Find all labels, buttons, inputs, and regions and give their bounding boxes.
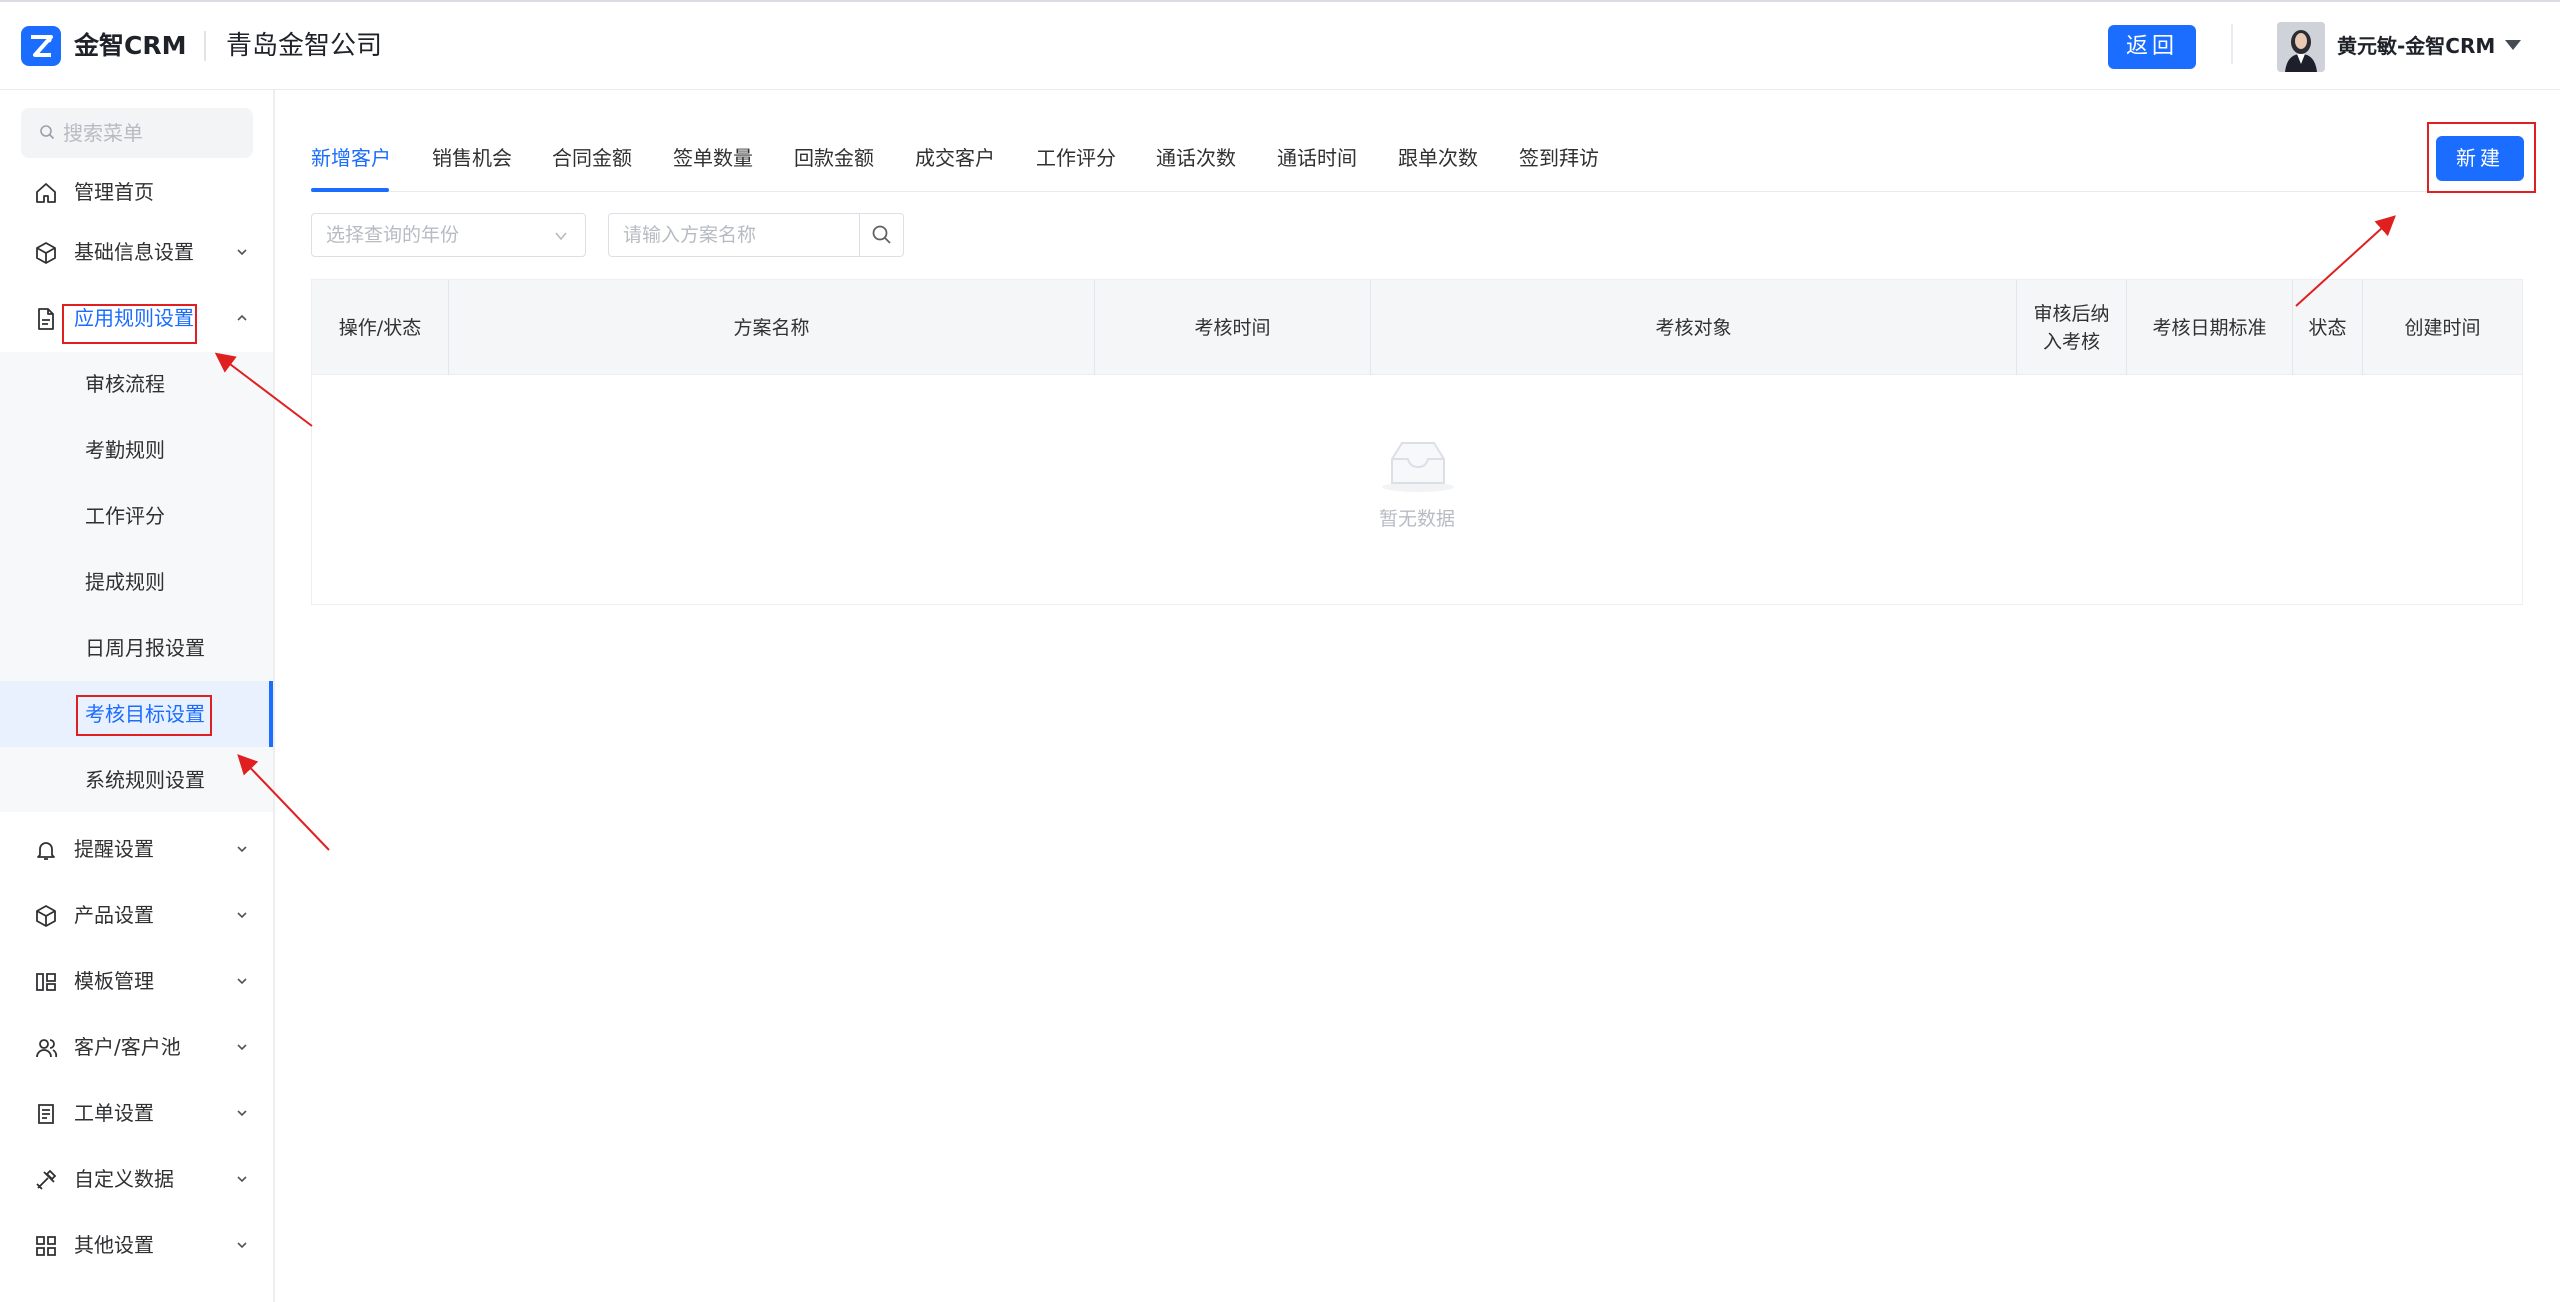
column-header: 操作/状态 (312, 280, 449, 375)
chevron-down-icon (237, 978, 247, 985)
sidebar-item-templates[interactable]: 模板管理 (0, 951, 273, 1011)
sub-item-attendance-rules[interactable]: 考勤规则 (0, 417, 273, 483)
tab-check-in-visits[interactable]: 签到拜访 (1519, 142, 1599, 174)
annotation-arrows (214, 215, 2396, 851)
sub-item-report-settings[interactable]: 日周月报设置 (0, 615, 273, 681)
tab-new-customers[interactable]: 新增客户 (311, 142, 391, 174)
header-divider (2231, 24, 2233, 64)
chevron-down-icon (237, 1110, 247, 1117)
sub-item-work-score[interactable]: 工作评分 (0, 483, 273, 549)
search-icon (40, 125, 55, 140)
highlight-box (76, 695, 212, 736)
tab-deal-count[interactable]: 签单数量 (673, 142, 753, 174)
sub-item-label: 系统规则设置 (85, 768, 205, 792)
column-header: 创建时间 (2404, 316, 2481, 339)
brand-name: 金智CRM (74, 31, 187, 60)
document-icon (38, 308, 54, 330)
ticket-icon (38, 1104, 54, 1124)
grid-icon (36, 1236, 56, 1256)
sub-item-label: 工作评分 (85, 504, 165, 528)
highlight-box (62, 304, 197, 344)
avatar[interactable] (2277, 22, 2325, 72)
chevron-down-icon (237, 1044, 247, 1051)
sidebar-item-reminders[interactable]: 提醒设置 (0, 819, 273, 879)
tab-closed-customers[interactable]: 成交客户 (915, 142, 995, 174)
menu-search-input[interactable]: 搜索菜单 (21, 108, 253, 158)
sidebar-item-basic-info[interactable]: 基础信息设置 (0, 222, 273, 282)
category-tabs: 新增客户 销售机会 合同金额 签单数量 回款金额 成交客户 工作评分 通话次数 … (311, 120, 2523, 192)
chevron-down-icon (237, 1176, 247, 1183)
tab-sales-opportunities[interactable]: 销售机会 (432, 142, 512, 174)
company-name: 青岛金智公司 (226, 31, 383, 61)
home-icon (36, 183, 56, 203)
sidebar-item-label: 工单设置 (74, 1101, 154, 1125)
sidebar-item-customers[interactable]: 客户/客户池 (0, 1017, 273, 1077)
chevron-down-icon (237, 912, 247, 919)
sub-item-system-rules[interactable]: 系统规则设置 (0, 747, 273, 813)
sub-item-label: 考勤规则 (85, 438, 165, 462)
tab-follow-up-count[interactable]: 跟单次数 (1398, 142, 1478, 174)
cube-icon (36, 242, 56, 264)
tab-payment-amount[interactable]: 回款金额 (794, 142, 874, 174)
tab-work-score[interactable]: 工作评分 (1036, 142, 1116, 174)
bell-icon (37, 842, 55, 860)
column-header: 考核对象 (1371, 280, 2017, 375)
table-header: 操作/状态 方案名称 考核时间 考核对象 审核后纳入考核 考核日期标准 状态 创… (312, 280, 2522, 375)
users-icon (36, 1039, 58, 1058)
sub-item-label: 审核流程 (85, 372, 165, 396)
brand-divider (204, 31, 206, 61)
sidebar-item-label: 产品设置 (74, 903, 154, 927)
tab-call-duration[interactable]: 通话时间 (1277, 142, 1357, 174)
sidebar-item-tickets[interactable]: 工单设置 (0, 1083, 273, 1143)
sidebar-item-label: 模板管理 (74, 969, 154, 993)
empty-inbox-icon (1382, 442, 1454, 492)
back-button[interactable]: 返回 (2108, 25, 2196, 69)
logo-icon (21, 26, 61, 66)
sidebar-item-products[interactable]: 产品设置 (0, 885, 273, 945)
plans-table: 操作/状态 方案名称 考核时间 考核对象 审核后纳入考核 考核日期标准 状态 创… (311, 279, 2523, 605)
sidebar-item-label: 提醒设置 (74, 837, 154, 861)
sidebar-item-other[interactable]: 其他设置 (0, 1215, 273, 1275)
box-icon (36, 905, 56, 927)
sidebar-item-home[interactable]: 管理首页 (0, 162, 273, 222)
column-header: 考核时间 (1095, 280, 1371, 375)
empty-state-text: 暂无数据 (1378, 508, 1455, 530)
tools-icon (36, 1169, 57, 1190)
tab-active-indicator (311, 188, 389, 192)
plan-name-placeholder: 请输入方案名称 (623, 224, 757, 246)
sidebar-item-custom-data[interactable]: 自定义数据 (0, 1149, 273, 1209)
chevron-down-icon (237, 249, 247, 256)
template-icon (36, 973, 56, 991)
top-header: 金智CRM 青岛金智公司 返回 黄元敏-金智CRM (0, 0, 2560, 90)
sub-item-label: 日周月报设置 (85, 636, 205, 660)
chevron-up-icon (237, 314, 247, 321)
menu-search-placeholder: 搜索菜单 (63, 121, 143, 145)
sub-item-approval-flow[interactable]: 审核流程 (0, 351, 273, 417)
year-select-placeholder: 选择查询的年份 (326, 224, 460, 246)
year-select[interactable]: 选择查询的年份 (311, 213, 586, 257)
column-header: 状态 (2293, 280, 2363, 375)
column-header: 审核后纳入考核 (2017, 280, 2127, 375)
search-button[interactable] (859, 213, 904, 257)
chevron-down-icon (237, 846, 247, 853)
new-button[interactable]: 新建 (2436, 136, 2524, 181)
search-icon (872, 225, 891, 244)
tab-call-count[interactable]: 通话次数 (1156, 142, 1236, 174)
user-name[interactable]: 黄元敏-金智CRM (2337, 30, 2495, 62)
column-header: 方案名称 (449, 280, 1095, 375)
sidebar-item-label: 其他设置 (74, 1233, 154, 1257)
tab-contract-amount[interactable]: 合同金额 (552, 142, 632, 174)
caret-down-icon[interactable] (2505, 40, 2521, 50)
sidebar: 搜索菜单 管理首页 基础信息设置 应用规则设置 审核流程 考勤规则 工作评分 提… (0, 90, 275, 1302)
sidebar-item-label: 基础信息设置 (74, 240, 194, 264)
sub-item-commission-rules[interactable]: 提成规则 (0, 549, 273, 615)
sidebar-item-label: 客户/客户池 (74, 1035, 181, 1059)
plan-name-input[interactable]: 请输入方案名称 (608, 213, 860, 257)
column-header: 考核日期标准 (2127, 280, 2293, 375)
chevron-down-icon (555, 232, 567, 241)
sidebar-item-label: 自定义数据 (74, 1167, 174, 1191)
chevron-down-icon (237, 1242, 247, 1249)
sidebar-item-label: 管理首页 (74, 180, 154, 204)
sub-item-label: 提成规则 (85, 570, 165, 594)
